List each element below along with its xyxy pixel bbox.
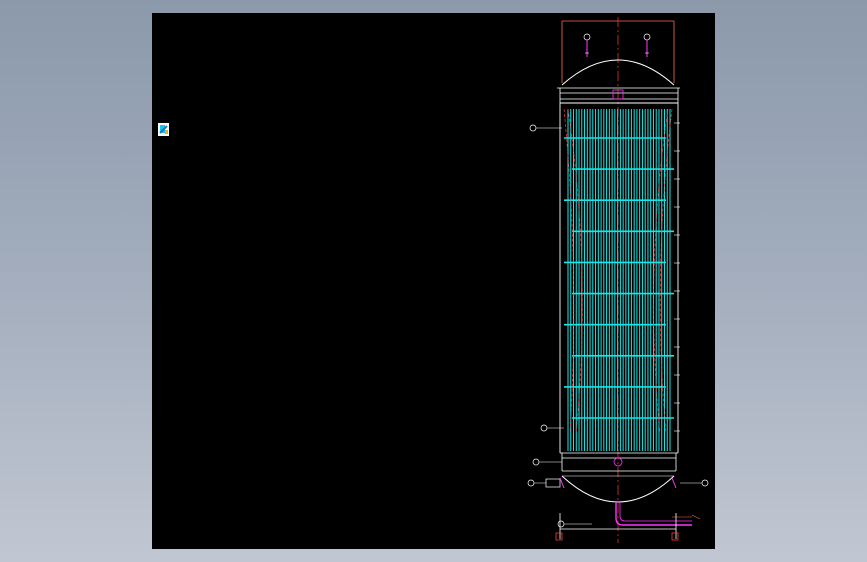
tube-bundle: [567, 109, 671, 451]
bottom-support: [555, 513, 679, 541]
callout-left-upper: [529, 124, 562, 132]
callout-bottom: [557, 520, 592, 528]
side-nozzle-left: [545, 477, 565, 489]
pressure-vessel-drawing: [527, 17, 709, 543]
top-nozzle-left: [583, 33, 591, 57]
lower-tube-sheet: [560, 452, 678, 472]
side-ticks: [674, 122, 680, 432]
cad-viewport[interactable]: [152, 13, 715, 549]
upper-tube-sheet: [557, 87, 680, 103]
callout-left-nozzle: [527, 479, 546, 487]
bottom-outlet: [615, 501, 701, 526]
callout-right-nozzle: [680, 479, 709, 487]
callout-left-lower: [540, 424, 564, 432]
shell: [559, 102, 679, 453]
top-nozzle-right: [643, 33, 651, 57]
callout-left-flange: [532, 458, 562, 466]
side-nozzle-right: [671, 477, 677, 489]
